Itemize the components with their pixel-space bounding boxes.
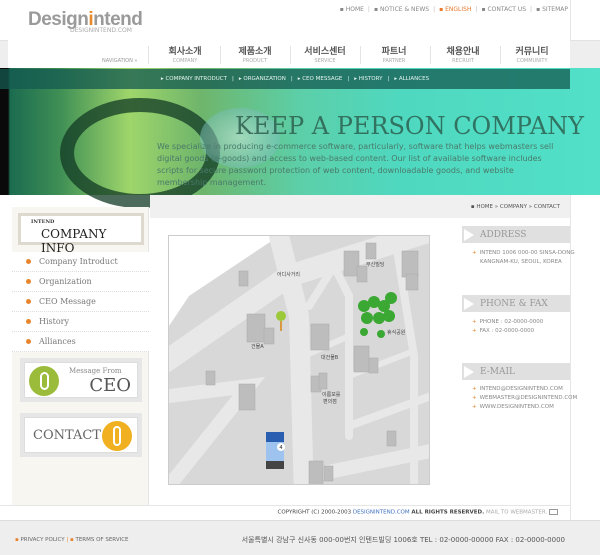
banner-description: We specialize in producing e-commerce so…	[157, 142, 554, 187]
arrow-icon	[464, 366, 474, 378]
map-label: 이름모를	[322, 391, 341, 398]
sidebar-item-organization[interactable]: Organization	[12, 272, 149, 292]
arrow-icon	[464, 229, 474, 241]
mail-webmaster-link[interactable]: MAIL TO WEBMASTER.	[486, 510, 547, 516]
navigation-label: NAVIGATION »	[102, 58, 138, 64]
logo-subtitle: DESIGNINTEND.COM	[70, 27, 132, 34]
menu-partner[interactable]: 파트너 PARTNER	[364, 44, 424, 64]
phone-fax-text: + PHONE : 02-0000-0000 + FAX : 02-0000-0000	[472, 319, 544, 334]
breadcrumb-company[interactable]: COMPANY	[500, 204, 527, 210]
map-label: 어디사거리	[277, 271, 300, 278]
website-link[interactable]: WWW.DESIGNINTEND.COM	[480, 404, 554, 410]
topnav-english[interactable]: ▪ ENGLISH	[439, 6, 471, 13]
mail-icon[interactable]	[549, 509, 558, 515]
breadcrumb-home[interactable]: HOME	[476, 204, 493, 210]
map-label: 대건물B	[321, 354, 339, 361]
terms-link[interactable]: TERMS OF SERVICE	[75, 537, 128, 543]
footer-address: 서울특별시 강남구 신사동 000-00번지 인텐드빌딩 1006호 TEL :…	[241, 536, 565, 544]
location-map[interactable]: 4 어디사거리 무신빌딩 건물A 대건물B 휴식공원 이름모를 편의점	[168, 235, 430, 485]
company-info-title: INTEND COMPANY INFO	[18, 213, 144, 255]
subnav-company-introduct[interactable]: ▸ COMPANY INTRODUCT	[161, 76, 227, 82]
topnav-sitemap[interactable]: ▪ SITEMAP	[536, 6, 568, 13]
subnav-history[interactable]: ▸ HISTORY	[354, 76, 382, 82]
subnav-ceo-message[interactable]: ▸ CEO MESSAGE	[298, 76, 343, 82]
traffic-light-icon	[102, 421, 132, 451]
sidebar-item-ceo-message[interactable]: CEO Message	[12, 292, 149, 312]
breadcrumb: ▪ HOME » COMPANY » CONTACT	[470, 204, 560, 210]
menu-community[interactable]: 커뮤니티 COMMUNITY	[502, 44, 562, 64]
topnav-contact[interactable]: ▪ CONTACT US	[482, 6, 527, 13]
email-link[interactable]: WEBMASTER@DESIGNINTEND.COM	[480, 395, 578, 401]
ceo-message-banner[interactable]: Message From CEO	[20, 358, 142, 402]
sidebar-item-history[interactable]: History	[12, 312, 149, 332]
map-marker-label: 4	[279, 445, 282, 451]
topnav-home[interactable]: ▪ HOME	[340, 6, 364, 13]
sidebar-item-alliances[interactable]: Alliances	[12, 332, 149, 352]
footer-links: ▪ PRIVACY POLICY | ▪ TERMS OF SERVICE	[15, 537, 129, 543]
subnav-alliances[interactable]: ▸ ALLIANCES	[394, 76, 429, 82]
copyright-bar: COPYRIGHT (C) 2000-2003 DESIGNINTEND.COM…	[0, 505, 570, 520]
subnav-organization[interactable]: ▸ ORGANIZATION	[239, 76, 286, 82]
menu-company[interactable]: 회사소개 COMPANY	[155, 44, 215, 64]
menu-service[interactable]: 서비스센터 SERVICE	[295, 44, 355, 64]
phone-fax-heading: PHONE & FAX	[462, 295, 570, 312]
map-label: 휴식공원	[387, 329, 406, 336]
address-heading: ADDRESS	[462, 226, 570, 243]
pill-icon	[29, 366, 59, 396]
menu-recruit[interactable]: 채용안내 RECRUIT	[433, 44, 493, 64]
top-nav: ▪ HOME | ▪ NOTICE & NEWS | ▪ ENGLISH | ▪ CO…	[339, 6, 568, 13]
map-label: 편의점	[323, 398, 337, 405]
email-heading: E-MAIL	[462, 363, 570, 380]
arrow-icon	[464, 298, 474, 310]
privacy-policy-link[interactable]: PRIVACY POLICY	[20, 537, 64, 543]
contact-banner[interactable]: CONTACT	[20, 413, 142, 457]
menu-product[interactable]: 제품소개 PRODUCT	[225, 44, 285, 64]
map-label: 무신빌딩	[366, 261, 384, 268]
address-text: + INTEND 1006 000-00 SINSA-DONG KANGNAM-KU…	[472, 250, 575, 265]
banner-slogan: KEEP A PERSON COMPANY	[235, 112, 584, 140]
sub-nav: ▸ COMPANY INTRODUCT | ▸ ORGANIZATION | ▸…	[0, 69, 570, 89]
map-label: 건물A	[251, 343, 264, 350]
breadcrumb-contact: CONTACT	[533, 204, 560, 210]
email-text: + INTEND@DESIGNINTEND.COM + WEBMASTER@DESIG…	[472, 386, 578, 410]
email-link[interactable]: INTEND@DESIGNINTEND.COM	[480, 386, 563, 392]
topnav-notice[interactable]: ▪ NOTICE & NEWS	[374, 6, 429, 13]
sidebar-item-company-introduct[interactable]: Company Introduct	[12, 252, 149, 272]
site-link[interactable]: DESIGNINTEND.COM	[353, 510, 410, 516]
